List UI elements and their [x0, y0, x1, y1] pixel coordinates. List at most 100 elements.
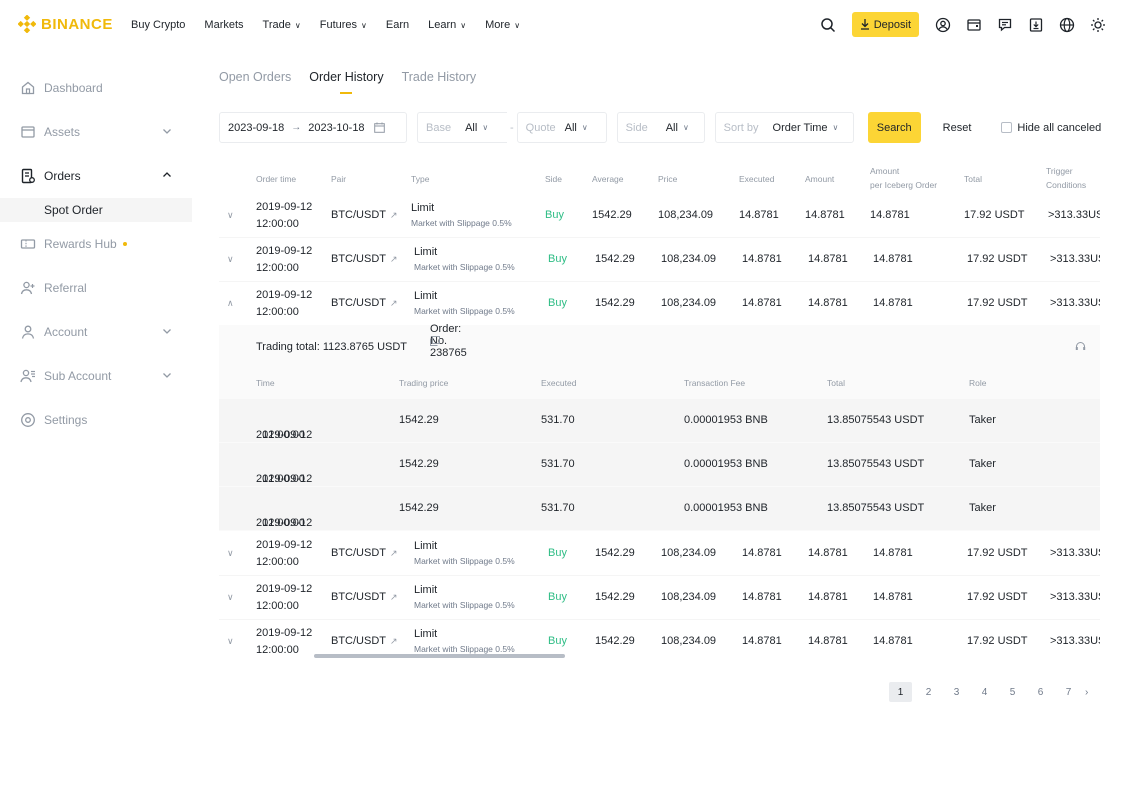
pair-link[interactable]: BTC/USDT ↗ — [331, 209, 398, 221]
tab-trade-history[interactable]: Trade History — [402, 70, 477, 92]
table-row[interactable]: ∨ 2019-09-12 12:00:00 BTC/USDT ↗ Limit Mark… — [219, 532, 1100, 576]
download-icon — [860, 19, 869, 30]
chevron-right-icon[interactable]: › — [1085, 687, 1088, 698]
pair-link[interactable]: BTC/USDT ↗ — [331, 253, 398, 265]
checkbox-box[interactable] — [1001, 122, 1013, 133]
nav-trade[interactable]: Trade ∨ — [263, 19, 301, 31]
price: 108,234.09 — [661, 635, 717, 647]
nav-futures[interactable]: Futures ∨ — [320, 19, 367, 31]
tab-open-orders[interactable]: Open Orders — [219, 70, 291, 92]
average: 1542.29 — [595, 591, 635, 603]
chevron-down-icon[interactable]: ∨ — [227, 548, 234, 559]
col-executed: Executed — [739, 174, 775, 184]
table-row[interactable]: ∨ 2019-09-12 12:00:00 BTC/USDT ↗ Limit Mark… — [219, 576, 1100, 620]
table-row[interactable]: ∧ 2019-09-12 12:00:00 BTC/USDT ↗ Limit Mark… — [219, 282, 1100, 326]
order-time: 2019-09-12 12:00:00 — [256, 243, 312, 277]
chevron-up-icon[interactable]: ∧ — [227, 298, 234, 309]
iceberg-amount: 14.8781 — [873, 253, 913, 265]
detail-row: 2019-09-12 12:00:00 1542.29 531.70 0.000… — [219, 487, 1100, 531]
side-select[interactable]: Side All ∨ — [616, 112, 705, 143]
user-plus-icon — [20, 280, 36, 296]
page-6[interactable]: 6 — [1029, 682, 1052, 702]
sidebar-item-sub-account[interactable]: Sub Account — [0, 354, 192, 398]
deposit-button[interactable]: Deposit — [851, 12, 919, 37]
download-app-icon[interactable] — [1027, 16, 1045, 34]
date-range-picker[interactable]: 2023-09-18 → 2023-10-18 — [219, 112, 407, 143]
main-nav: Buy Crypto Markets Trade ∨ Futures ∨ Earn … — [131, 0, 539, 50]
nav-earn[interactable]: Earn — [386, 19, 409, 31]
order-clock: 12:00:00 — [256, 306, 299, 318]
sidebar-item-referral[interactable]: Referral — [0, 266, 192, 310]
copy-icon[interactable] — [430, 336, 440, 346]
trade-role: Taker — [969, 414, 996, 426]
order-type: Limit Market with Slippage 0.5% — [411, 201, 512, 231]
sidebar-item-label: Dashboard — [44, 81, 103, 95]
order-date: 2019-09-12 — [256, 627, 313, 639]
tab-order-history[interactable]: Order History — [309, 70, 383, 92]
message-icon[interactable] — [996, 16, 1014, 34]
nav-buy-crypto[interactable]: Buy Crypto — [131, 19, 185, 31]
chevron-down-icon[interactable]: ∨ — [227, 210, 234, 221]
sort-select[interactable]: Sort by Order Time ∨ — [714, 112, 854, 143]
calendar-icon — [373, 122, 385, 133]
chevron-down-icon[interactable]: ∨ — [227, 592, 234, 603]
date-from: 2023-09-18 — [228, 121, 285, 134]
table-horizontal-scrollbar[interactable] — [314, 654, 565, 658]
page-5[interactable]: 5 — [1001, 682, 1024, 702]
sidebar-item-settings[interactable]: Settings — [0, 398, 192, 442]
sidebar-item-dashboard[interactable]: Dashboard — [0, 66, 192, 110]
chevron-down-icon[interactable]: ∨ — [227, 254, 234, 265]
dcol-fee: Transaction Fee — [684, 378, 746, 388]
sidebar: Dashboard Assets Orders Spot Order Rewar… — [0, 66, 192, 442]
price: 108,234.09 — [661, 591, 717, 603]
globe-icon[interactable] — [1058, 16, 1076, 34]
nav-markets[interactable]: Markets — [204, 19, 243, 31]
type-sub: Market with Slippage 0.5% — [414, 262, 515, 272]
wallet-icon[interactable] — [965, 16, 983, 34]
quote-select[interactable]: Quote All ∨ — [516, 112, 607, 143]
sidebar-item-orders[interactable]: Orders — [0, 154, 192, 198]
headset-icon[interactable] — [1075, 341, 1086, 352]
executed: 14.8781 — [739, 209, 779, 221]
sidebar-item-assets[interactable]: Assets — [0, 110, 192, 154]
total: 17.92 USDT — [967, 635, 1028, 647]
chevron-down-icon[interactable]: ∨ — [227, 636, 234, 647]
trade-total: 13.85075543 USDT — [827, 414, 925, 426]
nav-more[interactable]: More ∨ — [485, 19, 520, 31]
user-icon[interactable] — [934, 16, 952, 34]
amount: 14.8781 — [808, 635, 848, 647]
hide-canceled-checkbox[interactable]: Hide all canceled — [1001, 122, 1101, 134]
trade-time: 2019-09-12 12:00:00 — [256, 502, 312, 529]
search-icon[interactable] — [819, 16, 837, 34]
binance-logo[interactable]: BINANCE — [18, 15, 113, 33]
page-7[interactable]: 7 — [1057, 682, 1080, 702]
table-row[interactable]: ∨ 2019-09-12 12:00:00 BTC/USDT ↗ Limit Mark… — [219, 194, 1100, 238]
base-select[interactable]: Base All ∨ — [417, 112, 507, 143]
page-4[interactable]: 4 — [973, 682, 996, 702]
pair-link[interactable]: BTC/USDT ↗ — [331, 297, 398, 309]
table-row[interactable]: ∨ 2019-09-12 12:00:00 BTC/USDT ↗ Limit Mark… — [219, 238, 1100, 282]
pair-link[interactable]: BTC/USDT ↗ — [331, 635, 398, 647]
page-3[interactable]: 3 — [945, 682, 968, 702]
sun-icon[interactable] — [1089, 16, 1107, 34]
sidebar-item-account[interactable]: Account — [0, 310, 192, 354]
pair-label: BTC/USDT — [331, 297, 386, 309]
executed: 14.8781 — [742, 635, 782, 647]
iceberg-amount: 14.8781 — [873, 591, 913, 603]
user-icon — [20, 324, 36, 340]
trade-price: 1542.29 — [399, 502, 439, 514]
pair-link[interactable]: BTC/USDT ↗ — [331, 547, 398, 559]
page-1[interactable]: 1 — [889, 682, 912, 702]
sidebar-item-rewards-hub[interactable]: Rewards Hub — [0, 222, 192, 266]
reset-button[interactable]: Reset — [943, 122, 972, 134]
page-2[interactable]: 2 — [917, 682, 940, 702]
executed: 14.8781 — [742, 547, 782, 559]
iceberg-amount: 14.8781 — [873, 297, 913, 309]
type-sub: Market with Slippage 0.5% — [411, 218, 512, 228]
search-button[interactable]: Search — [867, 112, 921, 143]
sidebar-subitem-spot-order[interactable]: Spot Order — [0, 198, 192, 222]
col-iceberg-line2: per Iceberg Order — [870, 180, 938, 190]
pair-link[interactable]: BTC/USDT ↗ — [331, 591, 398, 603]
trade-role: Taker — [969, 502, 996, 514]
nav-learn[interactable]: Learn ∨ — [428, 19, 466, 31]
